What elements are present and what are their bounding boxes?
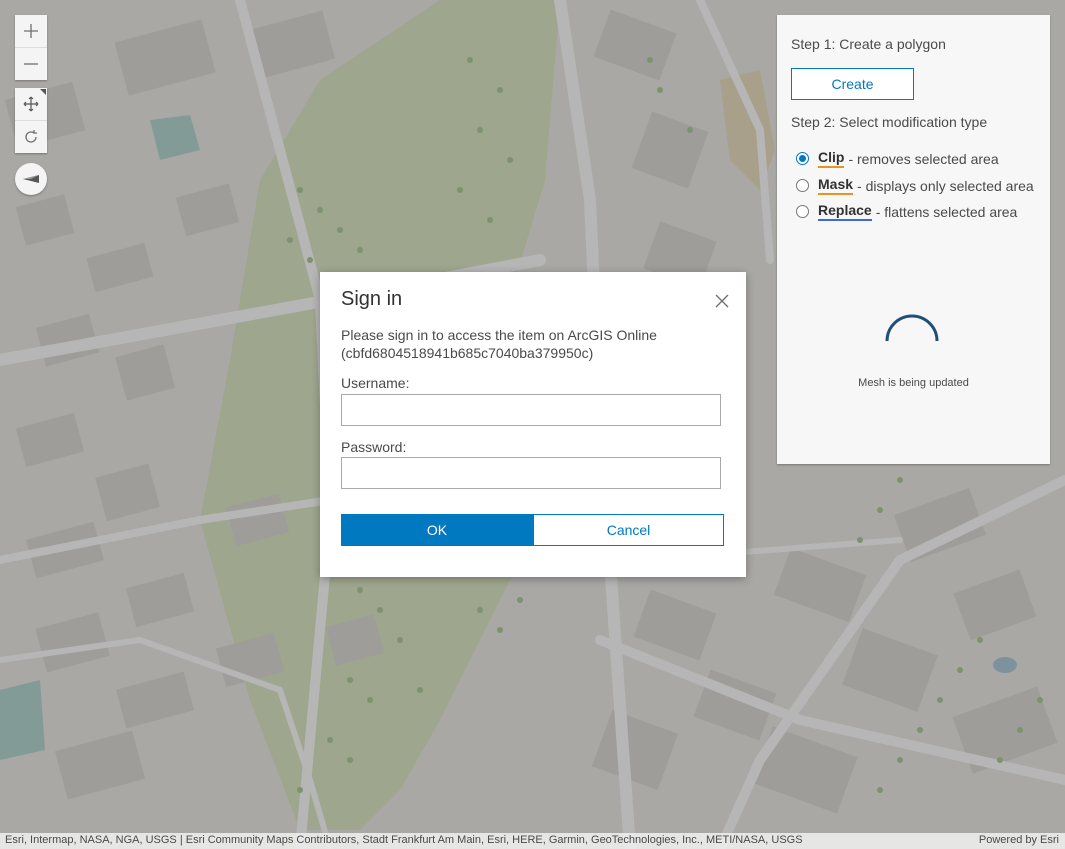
username-field[interactable] [341, 394, 721, 426]
close-icon [715, 294, 729, 308]
move-icon [23, 96, 39, 112]
password-label: Password: [341, 439, 407, 455]
rotate-icon [25, 130, 37, 143]
dialog-message: Please sign in to access the item on Arc… [341, 326, 721, 362]
zoom-in-button[interactable] [15, 15, 47, 47]
compass-button[interactable] [15, 163, 47, 195]
option-replace[interactable]: Replace - flattens selected area [796, 202, 1017, 221]
dialog-message-line1: Please sign in to access the item on Arc… [341, 327, 657, 343]
dialog-title: Sign in [341, 288, 403, 310]
minus-icon [24, 63, 38, 65]
password-field[interactable] [341, 457, 721, 489]
radio-clip[interactable] [796, 152, 809, 165]
option-mask[interactable]: Mask - displays only selected area [796, 176, 1034, 195]
status-message: Mesh is being updated [858, 377, 969, 389]
menu-indicator-icon [40, 89, 46, 95]
radio-replace[interactable] [796, 205, 809, 218]
radio-mask[interactable] [796, 179, 809, 192]
option-desc: - removes selected area [848, 150, 999, 167]
cancel-button[interactable]: Cancel [533, 514, 724, 546]
attribution-sources[interactable]: Esri, Intermap, NASA, NGA, USGS | Esri C… [5, 834, 803, 846]
rotate-button[interactable] [15, 120, 47, 153]
plus-icon [24, 24, 38, 38]
username-label: Username: [341, 375, 410, 391]
option-name: Replace [818, 202, 872, 221]
option-desc: - displays only selected area [857, 177, 1034, 194]
option-name: Clip [818, 149, 845, 168]
zoom-controls [15, 15, 47, 80]
attribution-bar: Esri, Intermap, NASA, NGA, USGS | Esri C… [0, 833, 1065, 849]
zoom-out-button[interactable] [15, 47, 47, 80]
step1-label: Step 1: Create a polygon [791, 36, 946, 52]
option-desc: - flattens selected area [875, 203, 1018, 220]
powered-by-link[interactable]: Powered by Esri [979, 834, 1059, 846]
create-polygon-button[interactable]: Create [791, 68, 914, 100]
pan-button[interactable] [15, 88, 47, 120]
sign-in-dialog: Sign in Please sign in to access the ite… [320, 272, 746, 577]
step2-label: Step 2: Select modification type [791, 114, 988, 130]
option-clip[interactable]: Clip - removes selected area [796, 149, 999, 168]
compass-icon [23, 175, 39, 183]
clip-mask-panel: Step 1: Create a polygon Create Step 2: … [777, 15, 1050, 464]
ok-button[interactable]: OK [341, 514, 533, 546]
dialog-message-line2: (cbfd6804518941b685c7040ba379950c) [341, 345, 594, 361]
navigation-controls [15, 88, 47, 153]
loading-spinner-icon [885, 314, 939, 342]
option-name: Mask [818, 176, 854, 195]
close-button[interactable] [713, 292, 731, 310]
